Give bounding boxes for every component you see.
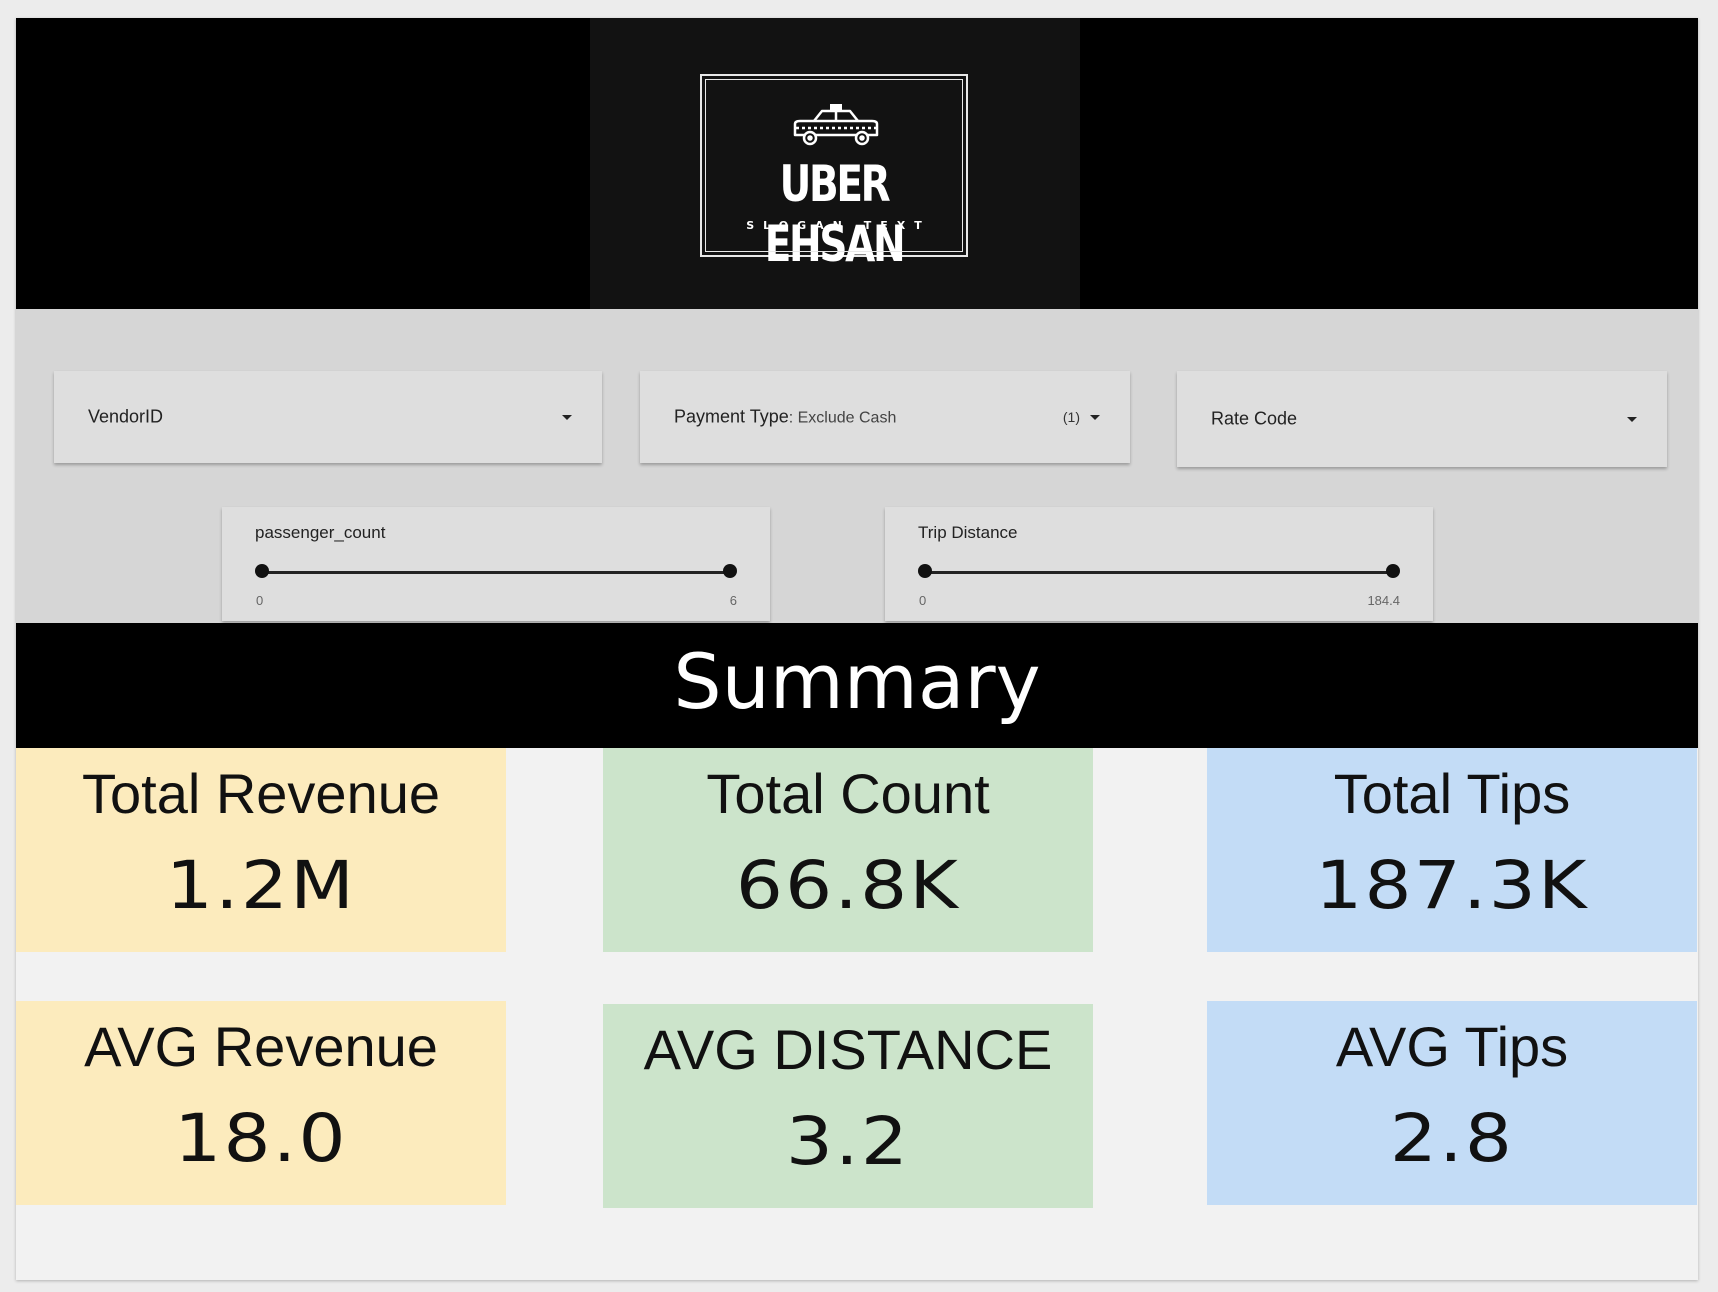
avg-tips-card: AVG Tips 2.8: [1207, 1001, 1697, 1205]
summary-header: Summary: [16, 623, 1698, 748]
metric-label: Total Count: [706, 762, 990, 825]
total-tips-card: Total Tips 187.3K: [1207, 748, 1697, 952]
trip-distance-max-value: 184.4: [1367, 593, 1400, 608]
trip-distance-max-handle[interactable]: [1386, 564, 1400, 578]
chevron-down-icon[interactable]: [562, 415, 572, 420]
metric-label: AVG Revenue: [84, 1015, 438, 1078]
chevron-down-icon[interactable]: [1090, 415, 1100, 420]
passenger-count-min-value: 0: [256, 593, 264, 608]
trip-distance-min-value: 0: [919, 593, 927, 608]
trip-distance-slider: Trip Distance 0 184.4: [885, 507, 1433, 621]
total-revenue-card: Total Revenue 1.2M: [16, 748, 506, 952]
metric-value: 18.0: [174, 1100, 348, 1177]
logo-panel: UBER EHSAN SLOGAN TEXT: [590, 18, 1080, 309]
metric-value: 1.2M: [165, 847, 357, 924]
metric-value: 2.8: [1389, 1100, 1515, 1177]
metric-value: 66.8K: [735, 847, 961, 924]
passenger-count-slider: passenger_count 0 6: [222, 507, 770, 621]
payment-type-label: Payment Type: [674, 406, 789, 427]
trip-distance-track[interactable]: [925, 571, 1393, 574]
payment-type-value: : Exclude Cash: [788, 409, 897, 427]
trip-distance-min-handle[interactable]: [918, 564, 932, 578]
metric-label: Total Tips: [1333, 762, 1571, 825]
passenger-count-label: passenger_count: [255, 523, 386, 542]
metric-label: AVG Tips: [1335, 1015, 1569, 1078]
metric-value: 187.3K: [1315, 847, 1589, 924]
header-banner: UBER EHSAN SLOGAN TEXT: [16, 18, 1698, 309]
avg-revenue-card: AVG Revenue 18.0: [16, 1001, 506, 1205]
payment-type-field: Payment Type: Exclude Cash: [674, 407, 896, 428]
dashboard-page: UBER EHSAN SLOGAN TEXT VendorID Payment …: [16, 18, 1698, 1280]
vendor-id-dropdown[interactable]: VendorID: [54, 371, 602, 463]
summary-title: Summary: [673, 637, 1041, 726]
avg-distance-card: AVG DISTANCE 3.2: [603, 1004, 1093, 1208]
brand-slogan: SLOGAN TEXT: [746, 219, 931, 232]
passenger-count-track[interactable]: [262, 571, 730, 574]
chevron-down-icon[interactable]: [1627, 417, 1637, 422]
passenger-count-min-handle[interactable]: [255, 564, 269, 578]
metric-label: Total Revenue: [81, 762, 440, 825]
total-count-card: Total Count 66.8K: [603, 748, 1093, 952]
passenger-count-max-value: 6: [729, 593, 737, 608]
passenger-count-max-handle[interactable]: [723, 564, 737, 578]
payment-type-dropdown[interactable]: Payment Type: Exclude Cash (1): [640, 371, 1130, 463]
brand-name: UBER EHSAN: [764, 155, 906, 273]
brand-logo: UBER EHSAN SLOGAN TEXT: [700, 74, 968, 273]
trip-distance-label: Trip Distance: [918, 523, 1018, 542]
filter-panel: VendorID Payment Type: Exclude Cash (1) …: [16, 309, 1698, 623]
rate-code-dropdown[interactable]: Rate Code: [1177, 371, 1667, 467]
taxi-car-icon: [793, 104, 879, 146]
vendor-id-label: VendorID: [88, 406, 164, 427]
metric-label: AVG DISTANCE: [643, 1018, 1053, 1081]
metric-value: 3.2: [785, 1103, 911, 1180]
rate-code-label: Rate Code: [1211, 408, 1298, 429]
payment-type-selection-count: (1): [1062, 409, 1080, 425]
